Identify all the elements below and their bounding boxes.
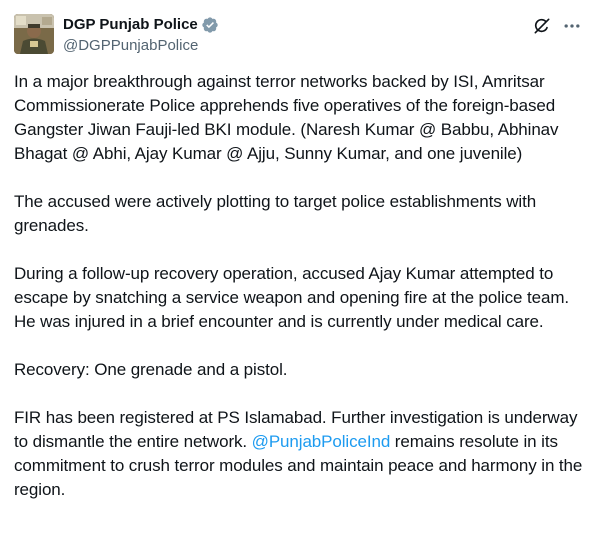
tweet-paragraph: FIR has been registered at PS Islamabad.… bbox=[14, 406, 584, 502]
more-icon[interactable] bbox=[562, 16, 582, 36]
display-name[interactable]: DGP Punjab Police bbox=[63, 15, 198, 35]
tweet: DGP Punjab Police @DGPPunjabPolice In a … bbox=[0, 0, 596, 556]
avatar[interactable] bbox=[14, 14, 54, 54]
tweet-header: DGP Punjab Police @DGPPunjabPolice bbox=[14, 14, 582, 54]
tweet-paragraph: The accused were actively plotting to ta… bbox=[14, 192, 537, 235]
verified-badge-icon[interactable] bbox=[201, 16, 219, 34]
mention-link[interactable]: @PunjabPoliceInd bbox=[252, 432, 391, 451]
tweet-paragraph: In a major breakthrough against terror n… bbox=[14, 72, 559, 163]
grok-icon[interactable] bbox=[532, 16, 552, 36]
display-name-row: DGP Punjab Police bbox=[63, 15, 219, 35]
author-handle[interactable]: @DGPPunjabPolice bbox=[63, 36, 219, 56]
tweet-paragraph: During a follow-up recovery operation, a… bbox=[14, 264, 570, 331]
avatar-image bbox=[14, 14, 54, 54]
tweet-text: In a major breakthrough against terror n… bbox=[14, 70, 584, 502]
tweet-paragraph: Recovery: One grenade and a pistol. bbox=[14, 360, 288, 379]
author-names: DGP Punjab Police @DGPPunjabPolice bbox=[63, 15, 219, 56]
tweet-actions bbox=[532, 16, 582, 36]
